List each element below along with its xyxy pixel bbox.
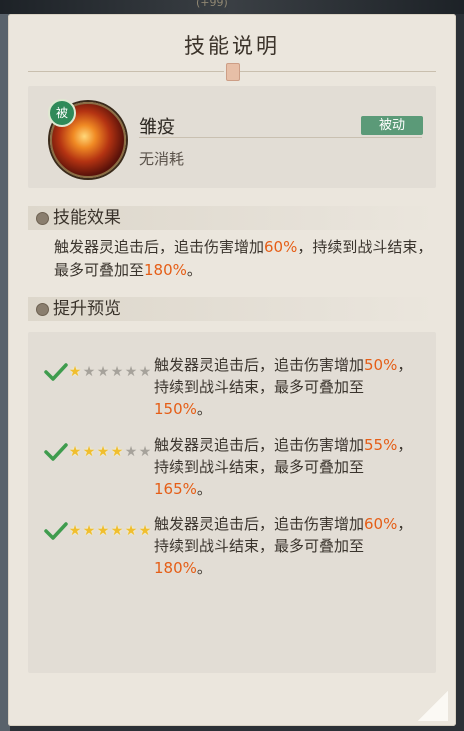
upgrade-level-row: ★ ★ ★ ★ ★ ★ 触发器灵追击后，追击伤害增加50%， 持续到战斗结束，最多可叠加至 1… bbox=[44, 354, 436, 424]
level-description: 触发器灵追击后，追击伤害增加50%， 持续到战斗结束，最多可叠加至 150%。 bbox=[154, 354, 436, 420]
level-description: 触发器灵追击后，追击伤害增加60%， 持续到战斗结束，最多可叠加至 180%。 bbox=[154, 513, 436, 579]
star-icon: ★ bbox=[110, 364, 124, 380]
star-icon: ★ bbox=[68, 523, 82, 539]
green-check-icon bbox=[44, 522, 68, 540]
level-text-line1: 触发器灵追击后，追击伤害增加 bbox=[154, 356, 365, 374]
upgrade-level-row: ★ ★ ★ ★ ★ ★ 触发器灵追击后，追击伤害增加60%， 持续到战斗结束，最多可叠加至 1… bbox=[44, 513, 436, 583]
star-icon: ★ bbox=[124, 364, 138, 380]
level-increase-value: 55% bbox=[364, 436, 398, 454]
preview-list: ★ ★ ★ ★ ★ ★ 触发器灵追击后，追击伤害增加50%， 持续到战斗结束，最多可叠加至 1… bbox=[28, 332, 436, 673]
level-text-end: 。 bbox=[196, 559, 212, 577]
star-icon: ★ bbox=[96, 364, 110, 380]
panel-title: 技能说明 bbox=[184, 34, 280, 58]
skill-name: 雏疫 bbox=[139, 117, 175, 138]
level-text-end: 。 bbox=[196, 480, 212, 498]
title-divider-right bbox=[240, 71, 436, 72]
effect-section-title: 技能效果 bbox=[53, 208, 121, 228]
effect-description: 触发器灵追击后，追击伤害增加60%，持续到战斗结束，最多可叠加至180%。 bbox=[54, 236, 434, 282]
page-curl-corner bbox=[418, 691, 448, 721]
star-icon: ★ bbox=[138, 364, 152, 380]
effect-increase-value: 60% bbox=[264, 238, 298, 256]
level-text-end: 。 bbox=[196, 400, 212, 418]
top-fragment-text: (+99) bbox=[196, 0, 228, 9]
level-max-value: 165% bbox=[154, 480, 197, 498]
level-comma: ， bbox=[397, 436, 413, 454]
top-strip: (+99) bbox=[0, 0, 464, 14]
level-comma: ， bbox=[397, 356, 413, 374]
level-max-value: 150% bbox=[154, 400, 197, 418]
preview-section-header: 提升预览 bbox=[28, 297, 436, 321]
effect-section-header: 技能效果 bbox=[28, 206, 436, 230]
level-description: 触发器灵追击后，追击伤害增加55%， 持续到战斗结束，最多可叠加至 165%。 bbox=[154, 434, 436, 500]
preview-section-title: 提升预览 bbox=[53, 299, 121, 319]
star-icon: ★ bbox=[138, 444, 152, 460]
star-icon: ★ bbox=[138, 523, 152, 539]
level-text-line2: 持续到战斗结束，最多可叠加至 bbox=[154, 537, 365, 555]
skill-card: 被 雏疫 无消耗 被动 bbox=[28, 86, 436, 188]
level-text-line2: 持续到战斗结束，最多可叠加至 bbox=[154, 458, 365, 476]
effect-text-before: 触发器灵追击后，追击伤害增加 bbox=[54, 238, 265, 256]
star-icon: ★ bbox=[82, 523, 96, 539]
star-icon: ★ bbox=[110, 444, 124, 460]
level-max-value: 180% bbox=[154, 559, 197, 577]
level-text-line1: 触发器灵追击后，追击伤害增加 bbox=[154, 515, 365, 533]
level-increase-value: 50% bbox=[364, 356, 398, 374]
star-icon: ★ bbox=[124, 444, 138, 460]
level-increase-value: 60% bbox=[364, 515, 398, 533]
skill-type-tag: 被动 bbox=[361, 116, 423, 135]
star-icon: ★ bbox=[82, 444, 96, 460]
level-comma: ， bbox=[397, 515, 413, 533]
effect-max-value: 180% bbox=[144, 261, 187, 279]
skill-info-panel: 技能说明 被 雏疫 无消耗 被动 技能效果 触发器灵追击后，追击伤害增加60%，… bbox=[8, 14, 456, 726]
effect-text-after: 。 bbox=[186, 261, 202, 279]
star-icon: ★ bbox=[68, 364, 82, 380]
green-check-icon bbox=[44, 363, 68, 381]
passive-badge-icon: 被 bbox=[48, 99, 76, 127]
star-icon: ★ bbox=[96, 523, 110, 539]
level-text-line1: 触发器灵追击后，追击伤害增加 bbox=[154, 436, 365, 454]
green-check-icon bbox=[44, 443, 68, 461]
title-divider-left bbox=[28, 71, 224, 72]
star-icon: ★ bbox=[124, 523, 138, 539]
skill-name-divider bbox=[139, 137, 422, 138]
star-icon: ★ bbox=[82, 364, 96, 380]
skill-cost: 无消耗 bbox=[139, 150, 185, 168]
bullet-dot-icon bbox=[36, 212, 49, 225]
seal-icon bbox=[226, 63, 240, 81]
star-icon: ★ bbox=[110, 523, 124, 539]
level-text-line2: 持续到战斗结束，最多可叠加至 bbox=[154, 378, 365, 396]
upgrade-level-row: ★ ★ ★ ★ ★ ★ 触发器灵追击后，追击伤害增加55%， 持续到战斗结束，最多可叠加至 1… bbox=[44, 434, 436, 504]
star-icon: ★ bbox=[68, 444, 82, 460]
bullet-dot-icon bbox=[36, 303, 49, 316]
star-icon: ★ bbox=[96, 444, 110, 460]
